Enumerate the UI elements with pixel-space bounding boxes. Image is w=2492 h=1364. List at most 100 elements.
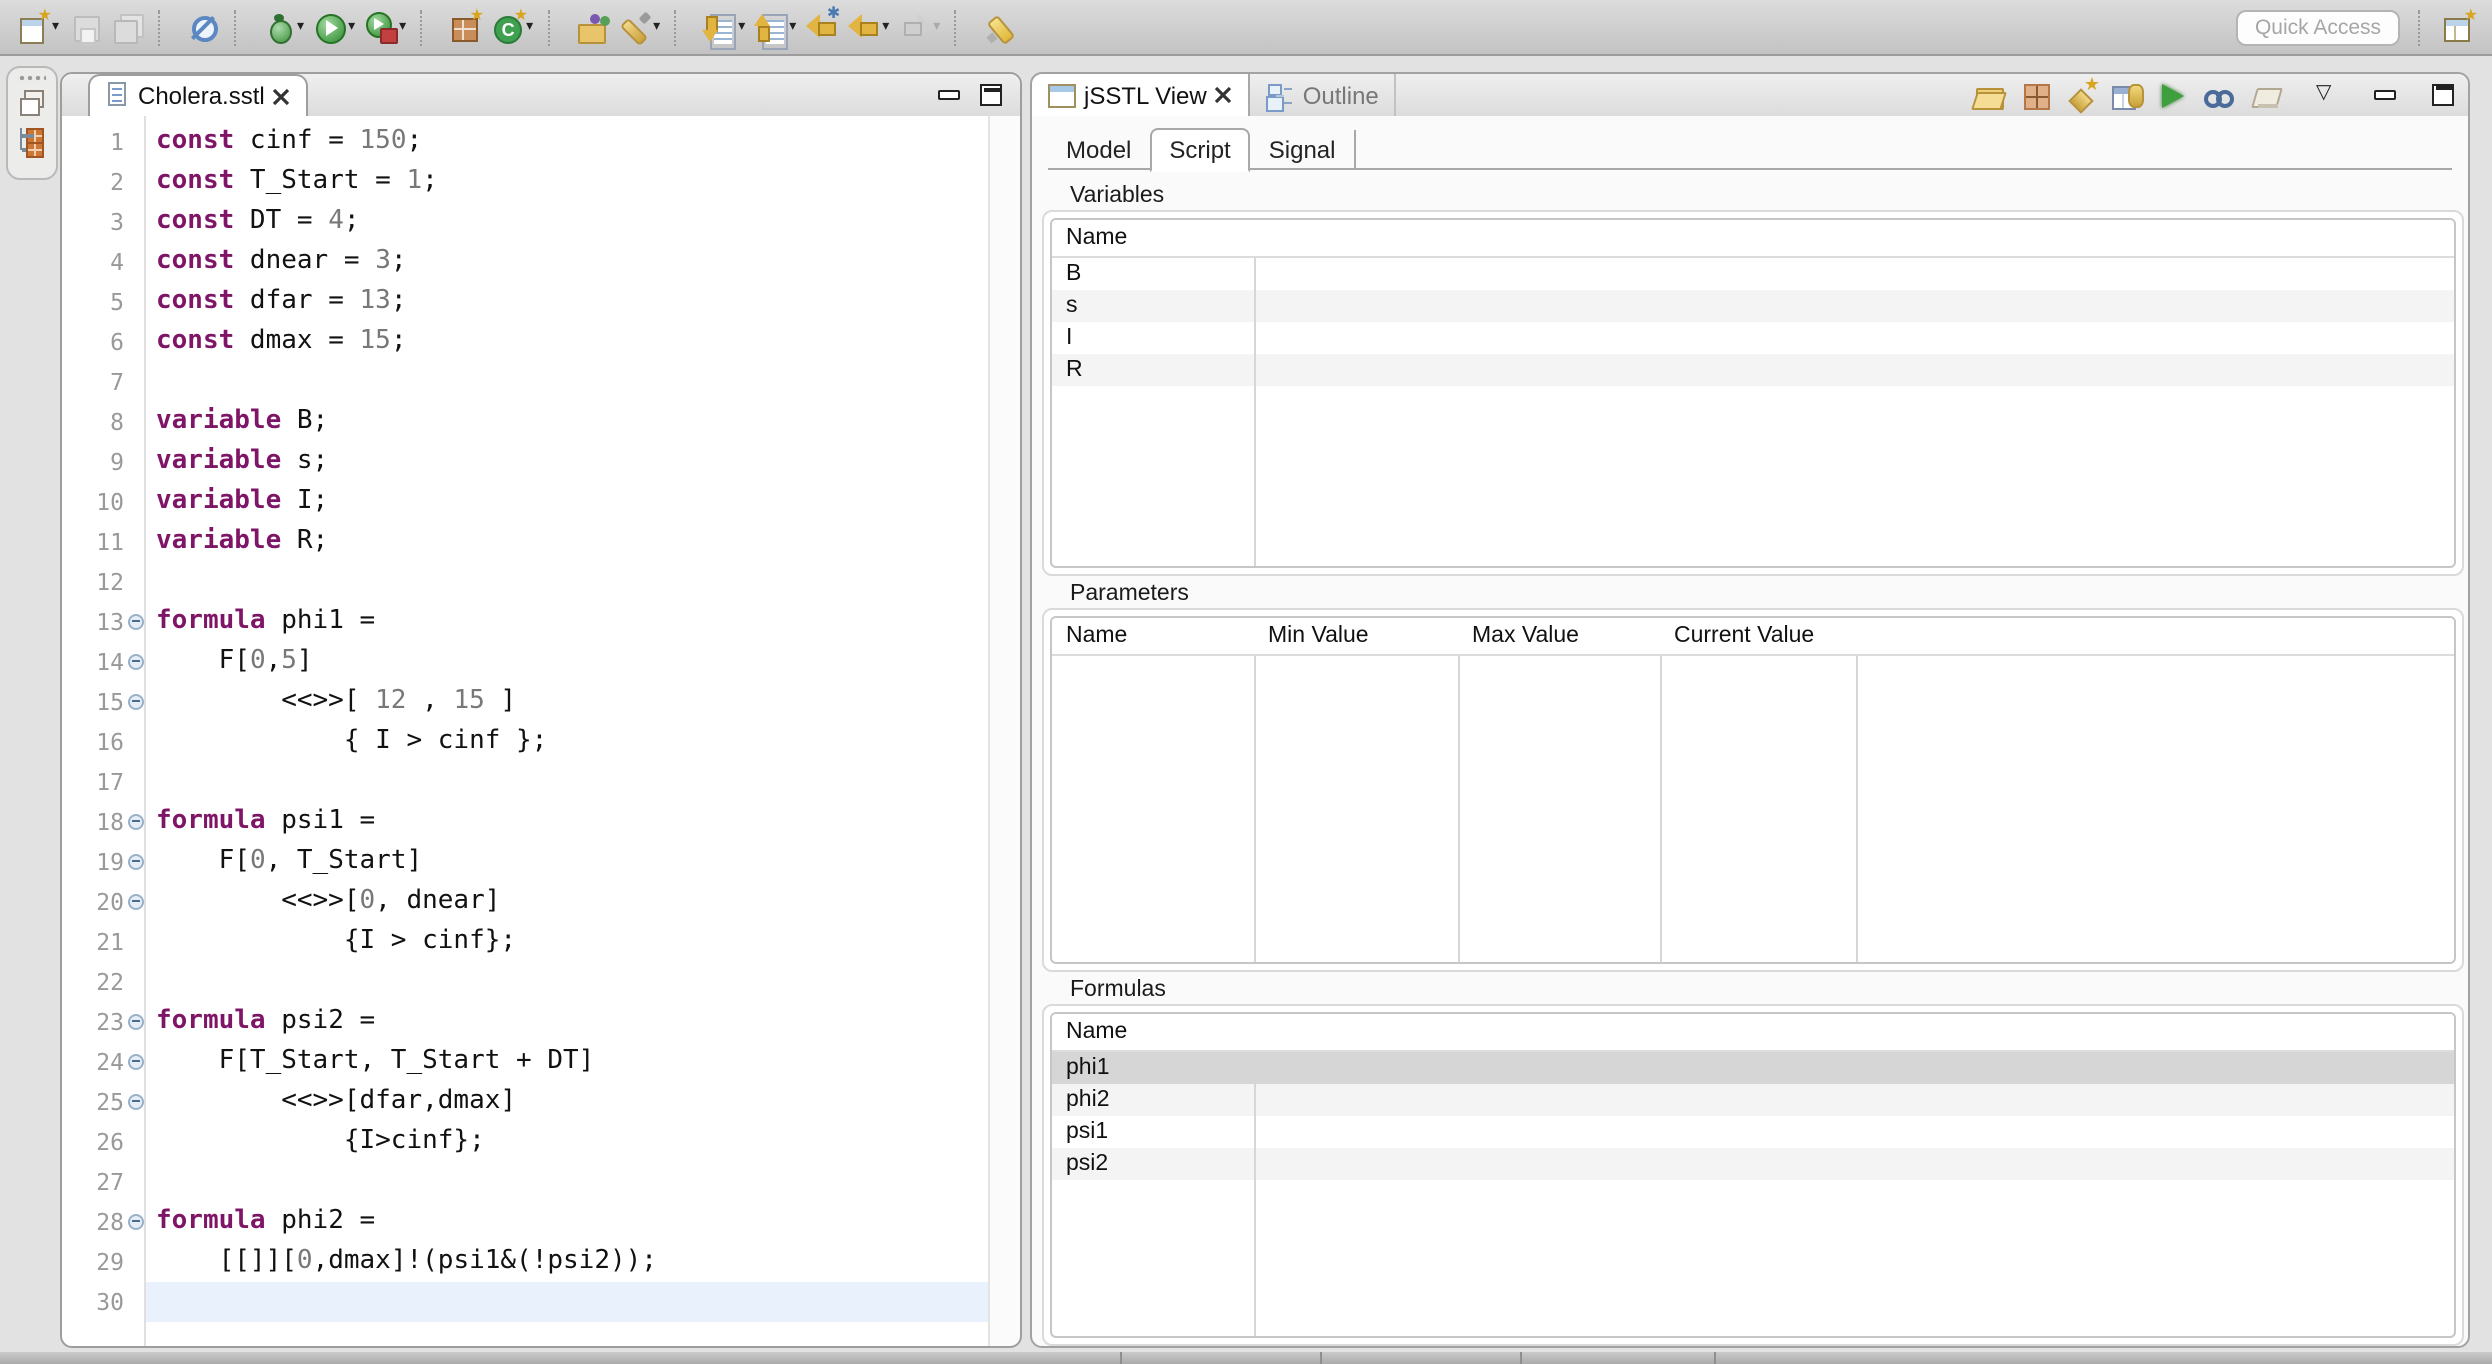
fold-collapse-icon[interactable]: [127, 1013, 143, 1029]
model-grid-button[interactable]: [2018, 77, 2054, 113]
code-line[interactable]: 7: [62, 362, 990, 402]
mark-occurrences-button[interactable]: [982, 9, 1018, 45]
column-divider[interactable]: [1458, 618, 1460, 962]
open-perspective-button[interactable]: [2440, 9, 2476, 45]
code-line[interactable]: 19 F[0, T_Start]: [62, 842, 990, 882]
code-editor[interactable]: 1const cinf = 150;2const T_Start = 1;3co…: [62, 116, 1020, 1346]
column-divider[interactable]: [1254, 618, 1256, 962]
project-explorer-icon[interactable]: [16, 126, 48, 158]
watch-button[interactable]: [2202, 77, 2238, 113]
close-icon[interactable]: [273, 87, 291, 105]
restore-views-icon[interactable]: [16, 88, 48, 120]
back-button[interactable]: ▾: [846, 9, 891, 45]
table-db-button[interactable]: [2110, 77, 2146, 113]
code-line[interactable]: 6const dmax = 15;: [62, 322, 990, 362]
code-line[interactable]: 15 <<>>[ 12 , 15 ]: [62, 682, 990, 722]
code-line[interactable]: 3const DT = 4;: [62, 202, 990, 242]
code-line[interactable]: 23formula psi2 =: [62, 1002, 990, 1042]
dropdown-arrow-icon[interactable]: ▾: [399, 19, 406, 35]
table-row[interactable]: B: [1052, 258, 2454, 290]
tab-script[interactable]: Script: [1149, 127, 1250, 171]
editor-scrollbar[interactable]: [988, 116, 1020, 1346]
code-line[interactable]: 27: [62, 1162, 990, 1202]
table-row[interactable]: s: [1052, 290, 2454, 322]
code-line[interactable]: 20 <<>>[0, dnear]: [62, 882, 990, 922]
variables-table[interactable]: NameBsIR: [1050, 218, 2456, 568]
table-row[interactable]: psi1: [1052, 1116, 2454, 1148]
column-divider[interactable]: [1254, 220, 1256, 566]
table-row[interactable]: phi1: [1052, 1052, 2454, 1084]
code-line[interactable]: 28formula phi2 =: [62, 1202, 990, 1242]
code-line[interactable]: 2const T_Start = 1;: [62, 162, 990, 202]
code-line[interactable]: 5const dfar = 13;: [62, 282, 990, 322]
code-line[interactable]: 11variable R;: [62, 522, 990, 562]
code-line[interactable]: 21 {I > cinf};: [62, 922, 990, 962]
code-line[interactable]: 10variable I;: [62, 482, 990, 522]
fold-collapse-icon[interactable]: [127, 693, 143, 709]
code-line[interactable]: 24 F[T_Start, T_Start + DT]: [62, 1042, 990, 1082]
fold-collapse-icon[interactable]: [127, 613, 143, 629]
prev-annotation-button[interactable]: ▾: [753, 9, 798, 45]
tab-model[interactable]: Model: [1048, 130, 1149, 170]
table-row[interactable]: phi2: [1052, 1084, 2454, 1116]
parameters-table[interactable]: NameMin ValueMax ValueCurrent Value: [1050, 616, 2456, 964]
next-annotation-button[interactable]: ▾: [702, 9, 747, 45]
run-external-button[interactable]: ▾: [363, 9, 408, 45]
fold-collapse-icon[interactable]: [127, 1093, 143, 1109]
open-type-button[interactable]: [575, 9, 611, 45]
code-line[interactable]: 16 { I > cinf };: [62, 722, 990, 762]
code-line[interactable]: 4const dnear = 3;: [62, 242, 990, 282]
quick-access-box[interactable]: Quick Access: [2236, 9, 2400, 45]
formulas-table[interactable]: Namephi1phi2psi1psi2: [1050, 1012, 2456, 1338]
view-tab-outline[interactable]: Outline: [1251, 74, 1397, 116]
view-tab-jsstl[interactable]: jSSTL View: [1032, 74, 1251, 116]
view-menu-icon[interactable]: [2316, 79, 2340, 111]
table-row[interactable]: I: [1052, 322, 2454, 354]
rail-drag-handle-icon[interactable]: [18, 74, 46, 82]
dropdown-arrow-icon[interactable]: ▾: [348, 19, 355, 35]
close-icon[interactable]: [1215, 86, 1233, 104]
skip-breakpoints-button[interactable]: [185, 9, 221, 45]
code-line[interactable]: 22: [62, 962, 990, 1002]
dropdown-arrow-icon[interactable]: ▾: [789, 19, 796, 35]
wizard-button[interactable]: [2064, 77, 2100, 113]
maximize-icon[interactable]: [978, 80, 1004, 112]
code-line[interactable]: 18formula psi1 =: [62, 802, 990, 842]
code-line[interactable]: 12: [62, 562, 990, 602]
fold-collapse-icon[interactable]: [127, 1213, 143, 1229]
run-flat-button[interactable]: [2156, 77, 2192, 113]
dropdown-arrow-icon[interactable]: ▾: [933, 19, 940, 35]
minimize-icon[interactable]: [936, 80, 962, 112]
new-class-button[interactable]: ▾: [490, 9, 535, 45]
dropdown-arrow-icon[interactable]: ▾: [738, 19, 745, 35]
dropdown-arrow-icon[interactable]: ▾: [52, 19, 59, 35]
fold-collapse-icon[interactable]: [127, 813, 143, 829]
editor-tab-cholera[interactable]: Cholera.sstl: [88, 74, 309, 116]
fold-collapse-icon[interactable]: [127, 853, 143, 869]
code-line[interactable]: 29 [[]][0,dmax]!(psi1&(!psi2));: [62, 1242, 990, 1282]
fold-collapse-icon[interactable]: [127, 653, 143, 669]
code-line[interactable]: 25 <<>>[dfar,dmax]: [62, 1082, 990, 1122]
clear-button[interactable]: [2248, 77, 2284, 113]
new-project-button[interactable]: [448, 9, 484, 45]
code-line[interactable]: 26 {I>cinf};: [62, 1122, 990, 1162]
search-button[interactable]: ▾: [617, 9, 662, 45]
column-divider[interactable]: [1856, 618, 1858, 962]
new-wizard-button[interactable]: ▾: [16, 9, 61, 45]
code-line[interactable]: 30: [62, 1282, 990, 1322]
code-line[interactable]: 13formula phi1 =: [62, 602, 990, 642]
dropdown-arrow-icon[interactable]: ▾: [882, 19, 889, 35]
tab-signal[interactable]: Signal: [1251, 130, 1356, 170]
code-line[interactable]: 9variable s;: [62, 442, 990, 482]
dropdown-arrow-icon[interactable]: ▾: [653, 19, 660, 35]
dropdown-arrow-icon[interactable]: ▾: [297, 19, 304, 35]
table-row[interactable]: psi2: [1052, 1148, 2454, 1180]
code-line[interactable]: 8variable B;: [62, 402, 990, 442]
open-folder-button[interactable]: [1972, 77, 2008, 113]
run-button[interactable]: ▾: [312, 9, 357, 45]
last-edit-location-button[interactable]: [804, 9, 840, 45]
minimize-icon[interactable]: [2372, 79, 2398, 111]
code-line[interactable]: 17: [62, 762, 990, 802]
fold-collapse-icon[interactable]: [127, 893, 143, 909]
debug-button[interactable]: ▾: [261, 9, 306, 45]
